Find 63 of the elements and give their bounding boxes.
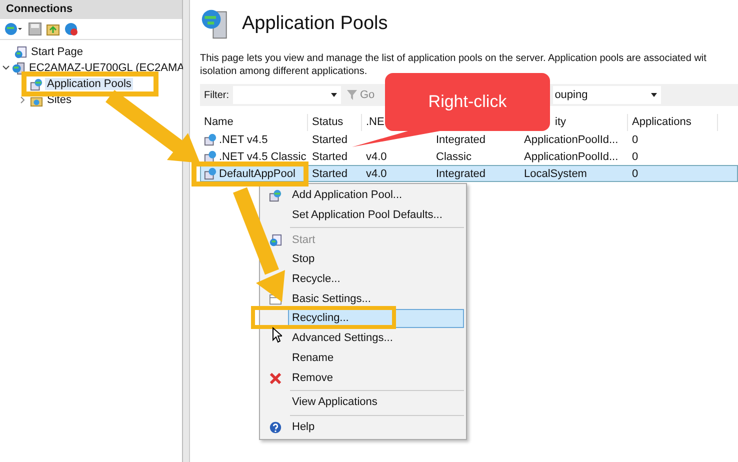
menu-item[interactable]: Help xyxy=(288,418,464,437)
table-row[interactable]: .NET v4.5 Started Integrated ApplicationPoolId... 0 xyxy=(200,131,738,148)
table-cell: ApplicationPoolId... xyxy=(524,134,618,146)
group-by-dropdown[interactable]: ouping xyxy=(552,86,661,104)
mouse-cursor-icon xyxy=(273,328,282,342)
page-title: Application Pools xyxy=(242,13,388,35)
server-globe-icon xyxy=(12,62,25,74)
tree-item[interactable]: EC2AMAZ-UE700GL (EC2AMA xyxy=(27,62,186,74)
dropdown-caret-icon xyxy=(650,93,657,97)
menu-item[interactable]: Rename xyxy=(288,348,464,368)
help-icon xyxy=(268,420,282,434)
dropdown-caret-icon xyxy=(331,93,337,97)
table-cell: Integrated xyxy=(436,134,486,146)
table-cell: v4.0 xyxy=(366,150,387,162)
table-cell: 0 xyxy=(632,168,638,180)
table-cell: LocalSystem xyxy=(524,168,587,180)
menu-item[interactable]: Remove xyxy=(288,368,464,388)
table-cell: 0 xyxy=(632,134,638,146)
page-description: isolation among different applications. xyxy=(200,65,368,78)
column-header[interactable]: Status xyxy=(312,116,344,128)
menu-item[interactable]: Recycle... xyxy=(288,270,464,290)
filter-icon xyxy=(347,90,357,100)
remove-icon xyxy=(268,372,282,385)
menu-item[interactable]: Add Application Pool... xyxy=(288,186,464,206)
app-pool-icon xyxy=(204,167,217,180)
menu-item[interactable]: Advanced Settings... xyxy=(288,329,464,348)
table-cell: Started xyxy=(312,134,348,146)
column-header[interactable]: Applications xyxy=(632,116,692,128)
table-cell: ApplicationPoolId... xyxy=(524,150,618,162)
table-row[interactable]: DefaultAppPool Started v4.0 Integrated LocalSystem 0 xyxy=(200,165,738,182)
table-cell: Classic xyxy=(436,150,472,162)
column-header[interactable]: .NE xyxy=(366,116,384,128)
menu-item[interactable]: Set Application Pool Defaults... xyxy=(288,206,464,226)
table-cell: 0 xyxy=(632,150,638,162)
folder-up-icon[interactable] xyxy=(46,22,60,36)
page-description: This page lets you view and manage the list of application pools on the server. Application pools are associated wit xyxy=(200,52,706,65)
filter-field[interactable] xyxy=(233,86,341,104)
disconnect-globe-icon[interactable] xyxy=(64,22,78,36)
table-cell: v4.0 xyxy=(366,168,387,180)
app-pool-icon xyxy=(204,133,217,146)
globe-page-icon xyxy=(268,234,282,247)
table-cell: Integrated xyxy=(436,168,486,180)
table-cell: .NET v4.5 xyxy=(219,134,268,146)
column-header[interactable]: ity xyxy=(555,116,566,128)
globe-page-icon xyxy=(14,46,27,58)
tree-item[interactable]: Application Pools xyxy=(45,78,134,90)
app-pool-icon xyxy=(268,189,282,202)
menu-item[interactable]: Basic Settings... xyxy=(288,290,464,309)
menu-item[interactable]: Stop xyxy=(288,250,464,270)
tree-item[interactable]: Start Page xyxy=(29,46,85,58)
app-pool-icon xyxy=(204,150,217,163)
app-pool-icon xyxy=(30,78,43,90)
save-icon[interactable] xyxy=(28,22,42,36)
table-cell: DefaultAppPool xyxy=(219,168,296,180)
table-cell: Started xyxy=(312,150,348,162)
table-cell: .NET v4.5 Classic xyxy=(219,150,306,162)
filter-label: Filter: xyxy=(204,90,229,100)
panel-title: Connections xyxy=(0,0,182,19)
table-row[interactable]: .NET v4.5 Classic Started v4.0 Classic ApplicationPoolId... 0 xyxy=(200,148,738,165)
globe-dropdown-icon[interactable] xyxy=(4,22,24,36)
column-header[interactable]: Name xyxy=(204,116,234,128)
menu-item[interactable]: View Applications xyxy=(288,393,464,412)
table-cell: Started xyxy=(312,168,348,180)
